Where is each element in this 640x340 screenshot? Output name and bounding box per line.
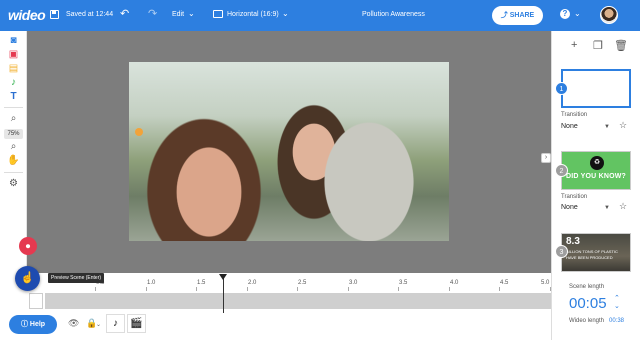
scene-number-badge: 2 <box>555 164 568 177</box>
scene-thumbnail-2[interactable]: ♻ DID YOU KNOW? <box>561 151 631 190</box>
left-toolbar: ◙ ▣ ▤ ♪ T ⌕ 75% ⌕ ✋ ⚙ <box>0 31 27 273</box>
delete-icon[interactable]: 🗑 <box>614 39 628 52</box>
scene-length-panel: Scene length 00:05 ⌃ ⌄ Wideo length 00:38 <box>551 273 640 340</box>
zoom-in-icon[interactable]: ⌕ <box>7 113 20 125</box>
scenes-panel: + ❐ 🗑 1 Transition None ▼ ☆ ♻ DID YOU KN… <box>551 31 640 273</box>
star-icon[interactable]: ☆ <box>619 201 627 212</box>
transition-label: Transition <box>561 112 588 118</box>
timeline-track[interactable] <box>45 293 551 309</box>
help-label: Help <box>29 321 46 328</box>
tick-label: 4.0 <box>450 280 459 286</box>
scene-number-badge: 3 <box>555 245 568 258</box>
tick-label: 3.0 <box>349 280 358 286</box>
scene-canvas[interactable] <box>129 62 449 241</box>
aspect-ratio-menu[interactable]: Horizontal (16:9) <box>227 11 279 18</box>
scene-subtext: BILLION TONS OF PLASTIC <box>566 249 618 254</box>
divider <box>4 172 23 173</box>
tick-mark <box>247 287 248 291</box>
tick-label: 1.5 <box>197 280 206 286</box>
transition-select[interactable]: None <box>561 204 578 211</box>
playhead[interactable] <box>223 275 224 313</box>
recycle-icon: ♻ <box>590 156 604 170</box>
tick-label: 1.0 <box>147 280 156 286</box>
chevron-down-icon[interactable]: ⌄ <box>574 9 581 18</box>
saved-status: Saved at 12:44 <box>66 11 114 18</box>
share-button[interactable]: ⤴ SHARE <box>492 6 543 25</box>
tick-mark <box>449 287 450 291</box>
wideo-logo[interactable]: wideo <box>8 7 46 23</box>
text-icon[interactable]: T <box>7 91 20 103</box>
project-title[interactable]: Pollution Awareness <box>362 11 425 18</box>
scene-number-badge: 1 <box>555 82 568 95</box>
wideo-length-value: 00:38 <box>609 318 625 324</box>
share-label: SHARE <box>509 12 535 19</box>
scene-headline: 8.3 <box>566 236 580 247</box>
collapse-panel-icon[interactable]: › <box>541 153 551 163</box>
redo-icon[interactable]: ↷ <box>148 7 157 20</box>
duplicate-icon[interactable]: ❐ <box>593 39 603 52</box>
scene-text: DID YOU KNOW? <box>566 173 627 180</box>
music-icon[interactable]: ♪ <box>7 77 20 89</box>
aspect-ratio-icon[interactable] <box>213 10 223 18</box>
tick-mark <box>146 287 147 291</box>
help-button[interactable]: ⓘ Help <box>9 315 57 334</box>
timeline: 0.5 1.0 1.5 2.0 2.5 3.0 3.5 4.0 4.5 5.0 … <box>0 273 551 340</box>
hand-icon[interactable]: ✋ <box>7 155 20 167</box>
tick-mark <box>95 287 96 291</box>
chevron-down-icon[interactable]: ⌄ <box>188 9 195 18</box>
scene-thumbnail-1[interactable] <box>561 69 631 108</box>
chevron-down-icon[interactable]: ⌄ <box>282 9 289 18</box>
tick-mark <box>196 287 197 291</box>
tick-mark <box>348 287 349 291</box>
top-bar: wideo Saved at 12:44 ↶ ↷ Edit ⌄ Horizont… <box>0 0 640 31</box>
track-handle[interactable] <box>29 293 43 309</box>
camera-icon[interactable]: ◙ <box>7 35 20 47</box>
add-icon[interactable]: + <box>571 39 577 51</box>
media-marker-icon[interactable] <box>135 128 143 136</box>
chevron-down-icon[interactable]: ⌄ <box>96 321 101 328</box>
record-icon[interactable]: ⏺ <box>19 237 37 255</box>
undo-icon[interactable]: ↶ <box>120 7 129 20</box>
settings-icon[interactable]: ⚙ <box>7 178 20 190</box>
save-icon[interactable] <box>50 10 59 19</box>
scene-length-value[interactable]: 00:05 <box>569 295 607 312</box>
tick-label: 5.0 <box>541 280 550 286</box>
playhead-handle[interactable] <box>219 274 227 280</box>
zoom-level[interactable]: 75% <box>4 129 23 139</box>
timeline-ruler[interactable]: 0.5 1.0 1.5 2.0 2.5 3.0 3.5 4.0 4.5 5.0 <box>45 277 551 291</box>
canvas-area[interactable] <box>27 31 551 273</box>
tick-mark <box>499 287 500 291</box>
scene-subtext-2: HAVE BEEN PRODUCED <box>566 255 613 260</box>
chevron-down-icon[interactable]: ▼ <box>604 205 610 211</box>
clapper-layer-icon[interactable]: 🎬 <box>127 314 146 333</box>
edit-menu[interactable]: Edit <box>172 11 184 18</box>
scene-length-label: Scene length <box>569 284 605 290</box>
preview-scene-button[interactable]: ☝ <box>15 266 40 291</box>
preview-tooltip: Preview Scene (Enter) <box>48 273 105 283</box>
tick-label: 4.5 <box>500 280 509 286</box>
scene-thumbnail-3[interactable]: 8.3 BILLION TONS OF PLASTIC HAVE BEEN PR… <box>561 233 631 272</box>
music-layer-icon[interactable]: ♪ <box>106 314 125 333</box>
star-icon[interactable]: ☆ <box>619 120 627 131</box>
avatar[interactable] <box>600 6 618 24</box>
help-circle-icon: ⓘ <box>20 321 30 328</box>
wideo-length-label: Wideo length <box>569 318 605 324</box>
help-icon[interactable]: ? <box>560 9 570 19</box>
tick-mark <box>297 287 298 291</box>
eye-icon[interactable]: 👁 <box>68 318 79 329</box>
zoom-out-icon[interactable]: ⌕ <box>7 141 20 153</box>
transition-label: Transition <box>561 194 588 200</box>
text-box-icon[interactable]: ▤ <box>7 63 20 75</box>
tick-label: 2.5 <box>298 280 307 286</box>
tick-label: 3.5 <box>399 280 408 286</box>
tick-label: 2.0 <box>248 280 257 286</box>
chevron-down-icon[interactable]: ▼ <box>604 124 610 130</box>
tick-mark <box>398 287 399 291</box>
image-icon[interactable]: ▣ <box>7 49 20 61</box>
transition-select[interactable]: None <box>561 123 578 130</box>
stepper-arrows-icon[interactable]: ⌃ ⌄ <box>614 295 620 311</box>
divider <box>4 107 23 108</box>
share-icon: ⤴ <box>500 12 510 19</box>
